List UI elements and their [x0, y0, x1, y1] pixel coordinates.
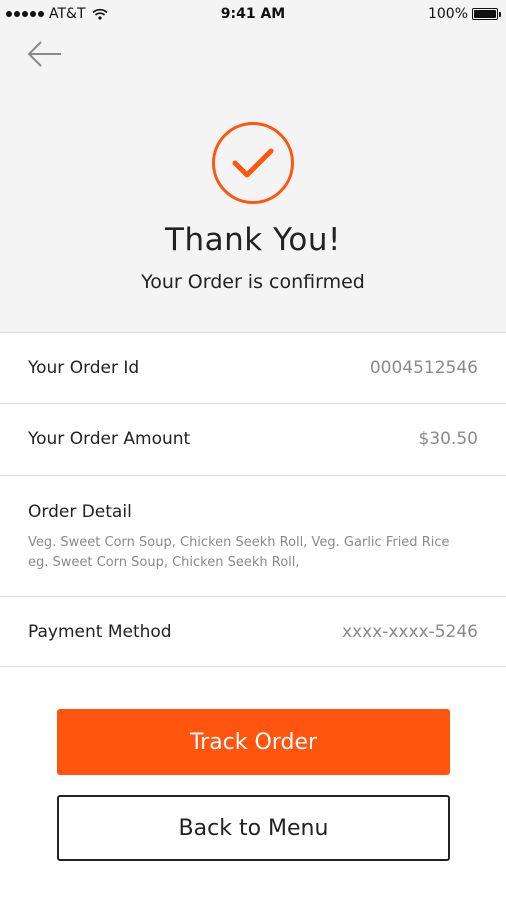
check-circle-icon	[212, 122, 294, 204]
track-order-button[interactable]: Track Order	[57, 709, 450, 775]
order-amount-value: $30.50	[418, 429, 478, 449]
payment-method-row: Payment Method xxxx-xxxx-5246	[0, 597, 506, 667]
order-confirmation-screen: AT&T 9:41 AM 100% Thank You! Your Order …	[0, 0, 506, 900]
order-amount-label: Your Order Amount	[28, 429, 191, 449]
back-arrow-icon	[27, 41, 61, 67]
payment-method-value: xxxx-xxxx-5246	[341, 622, 478, 642]
order-detail-label: Order Detail	[28, 502, 132, 522]
page-title: Thank You!	[165, 222, 341, 258]
confirmation-header: AT&T 9:41 AM 100% Thank You! Your Order …	[0, 0, 506, 333]
order-detail-line: eg. Sweet Corn Soup, Chicken Seekh Roll,	[28, 555, 300, 570]
order-detail-row: Order Detail Veg. Sweet Corn Soup, Chick…	[0, 476, 506, 597]
order-amount-row: Your Order Amount $30.50	[0, 404, 506, 476]
order-detail-line: Veg. Sweet Corn Soup, Chicken Seekh Roll…	[28, 535, 450, 550]
status-bar: AT&T 9:41 AM 100%	[0, 0, 506, 28]
battery-icon	[472, 8, 501, 20]
status-right: 100%	[427, 6, 501, 22]
order-id-row: Your Order Id 0004512546	[0, 334, 506, 404]
confirmation-subtitle: Your Order is confirmed	[141, 271, 365, 293]
payment-method-label: Payment Method	[28, 622, 172, 642]
back-to-menu-button[interactable]: Back to Menu	[57, 795, 450, 861]
battery-percent: 100%	[427, 6, 468, 22]
order-id-label: Your Order Id	[28, 358, 140, 378]
back-button[interactable]	[24, 38, 66, 70]
order-id-value: 0004512546	[369, 358, 478, 378]
